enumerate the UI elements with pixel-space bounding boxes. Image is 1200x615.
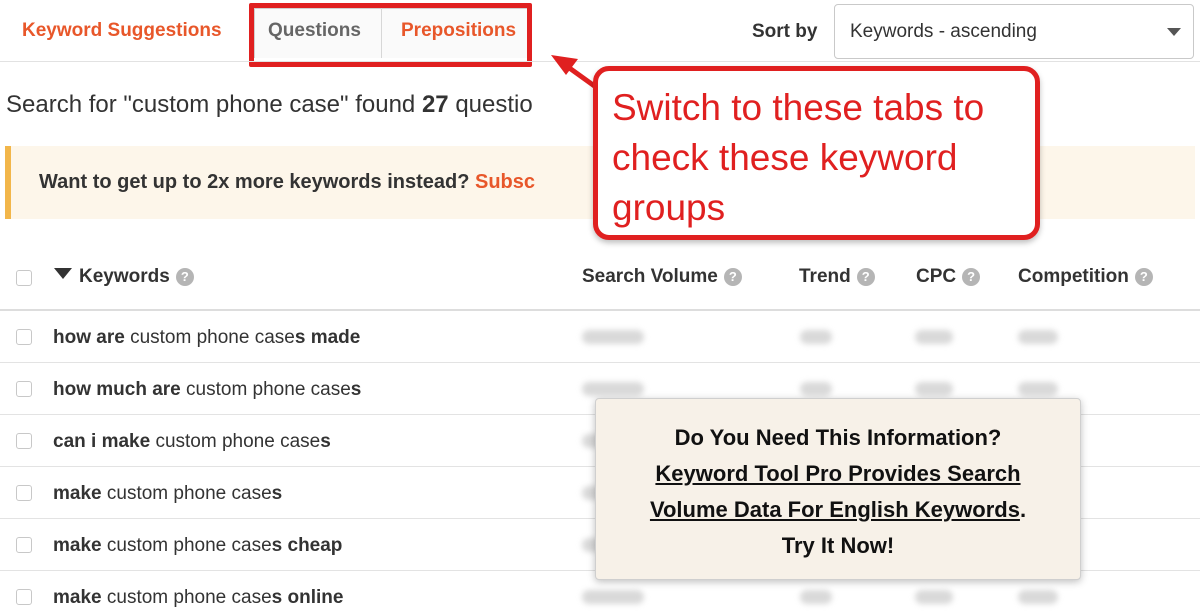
blurred-metric: [582, 330, 644, 344]
keyword-modifier: make: [53, 587, 102, 608]
blurred-metric: [1018, 382, 1058, 396]
help-icon[interactable]: ?: [175, 268, 194, 286]
keyword-seed: custom phone case: [101, 535, 272, 556]
keyword-modifier: s: [350, 379, 362, 400]
row-checkbox[interactable]: [16, 329, 32, 345]
results-suffix: questio: [448, 91, 533, 118]
sort-selected-value: Keywords - ascending: [850, 21, 1037, 42]
column-trend-label: Trend: [799, 266, 851, 287]
keyword-text[interactable]: can i make custom phone cases: [53, 431, 331, 453]
keyword-modifier: make: [53, 535, 102, 556]
tab-keyword-suggestions[interactable]: Keyword Suggestions: [22, 20, 222, 42]
column-cpc-label: CPC: [916, 266, 957, 287]
keyword-modifier: s: [320, 431, 331, 452]
column-header-competition[interactable]: Competition?: [1018, 266, 1153, 288]
results-summary: Search for "custom phone case" found 27 …: [6, 91, 533, 119]
row-checkbox[interactable]: [16, 485, 32, 501]
keyword-seed: custom phone case: [150, 431, 321, 452]
blurred-metric: [582, 590, 644, 604]
keyword-modifier: how are: [53, 327, 125, 348]
callout-box: Switch to these tabs to check these keyw…: [593, 66, 1040, 240]
blurred-metric: [800, 330, 832, 344]
results-prefix: Search for "custom phone case" found: [6, 91, 422, 118]
chevron-down-icon: [1167, 28, 1181, 36]
blurred-metric: [582, 382, 644, 396]
subscribe-link[interactable]: Subsc: [475, 171, 535, 193]
overlay-link-line: Volume Data For English Keywords.: [596, 497, 1080, 523]
overlay-link-line: Keyword Tool Pro Provides Search: [596, 461, 1080, 487]
tabs-highlight-box: [249, 3, 532, 67]
keyword-modifier: s online: [271, 587, 344, 608]
results-count: 27: [421, 91, 449, 118]
sort-descending-icon: [54, 268, 72, 279]
callout-text: Switch to these tabs to check these keyw…: [612, 87, 985, 228]
keyword-seed: custom phone case: [180, 379, 351, 400]
blurred-metric: [915, 590, 953, 604]
column-keywords-label: Keywords: [79, 266, 170, 287]
sort-by-label: Sort by: [752, 21, 818, 42]
keyword-text[interactable]: make custom phone cases: [53, 483, 282, 505]
volume-data-link[interactable]: Volume Data For English Keywords: [650, 497, 1020, 522]
help-icon[interactable]: ?: [856, 268, 875, 286]
row-checkbox[interactable]: [16, 589, 32, 605]
keyword-modifier: s made: [294, 327, 361, 348]
row-checkbox[interactable]: [16, 433, 32, 449]
keyword-text[interactable]: how much are custom phone cases: [53, 379, 361, 401]
sort-select[interactable]: Keywords - ascending: [834, 4, 1194, 59]
upsell-text: Want to get up to 2x more keywords inste…: [39, 171, 535, 194]
blurred-metric: [915, 330, 953, 344]
row-checkbox[interactable]: [16, 381, 32, 397]
blurred-metric: [915, 382, 953, 396]
blurred-metric: [1018, 330, 1058, 344]
column-header-keywords[interactable]: Keywords?: [54, 266, 194, 288]
overlay-question: Do You Need This Information?: [674, 425, 1002, 450]
keyword-seed: custom phone case: [124, 327, 295, 348]
keyword-modifier: s cheap: [271, 535, 343, 556]
keyword-text[interactable]: make custom phone cases cheap: [53, 535, 342, 557]
column-search-volume-label: Search Volume: [582, 266, 718, 287]
row-checkbox[interactable]: [16, 537, 32, 553]
tabs-divider-line: [0, 61, 1200, 62]
column-header-trend[interactable]: Trend?: [799, 266, 875, 288]
help-icon[interactable]: ?: [723, 268, 742, 286]
column-header-search-volume[interactable]: Search Volume?: [582, 266, 742, 288]
upsell-message: Want to get up to 2x more keywords inste…: [39, 171, 475, 193]
keyword-tool-pro-link[interactable]: Keyword Tool Pro Provides Search: [655, 461, 1020, 486]
table-row: how are custom phone cases made: [0, 311, 1200, 363]
column-header-cpc[interactable]: CPC?: [916, 266, 981, 288]
select-all-checkbox[interactable]: [16, 270, 32, 286]
keyword-modifier: how much are: [53, 379, 181, 400]
keyword-modifier: can i make: [53, 431, 151, 452]
column-competition-label: Competition: [1018, 266, 1129, 287]
keyword-modifier: s: [271, 483, 283, 504]
blurred-metric: [800, 590, 832, 604]
help-icon[interactable]: ?: [962, 268, 981, 286]
keyword-seed: custom phone case: [101, 587, 272, 608]
try-it-now-text[interactable]: Try It Now!: [596, 533, 1080, 559]
pro-upsell-overlay: Do You Need This Information? Keyword To…: [595, 398, 1081, 580]
keyword-seed: custom phone case: [101, 483, 272, 504]
help-icon[interactable]: ?: [1134, 268, 1153, 286]
keyword-text[interactable]: make custom phone cases online: [53, 587, 343, 609]
keyword-modifier: make: [53, 483, 102, 504]
overlay-period: .: [1019, 497, 1027, 522]
blurred-metric: [800, 382, 832, 396]
keyword-text[interactable]: how are custom phone cases made: [53, 327, 360, 349]
blurred-metric: [1018, 590, 1058, 604]
